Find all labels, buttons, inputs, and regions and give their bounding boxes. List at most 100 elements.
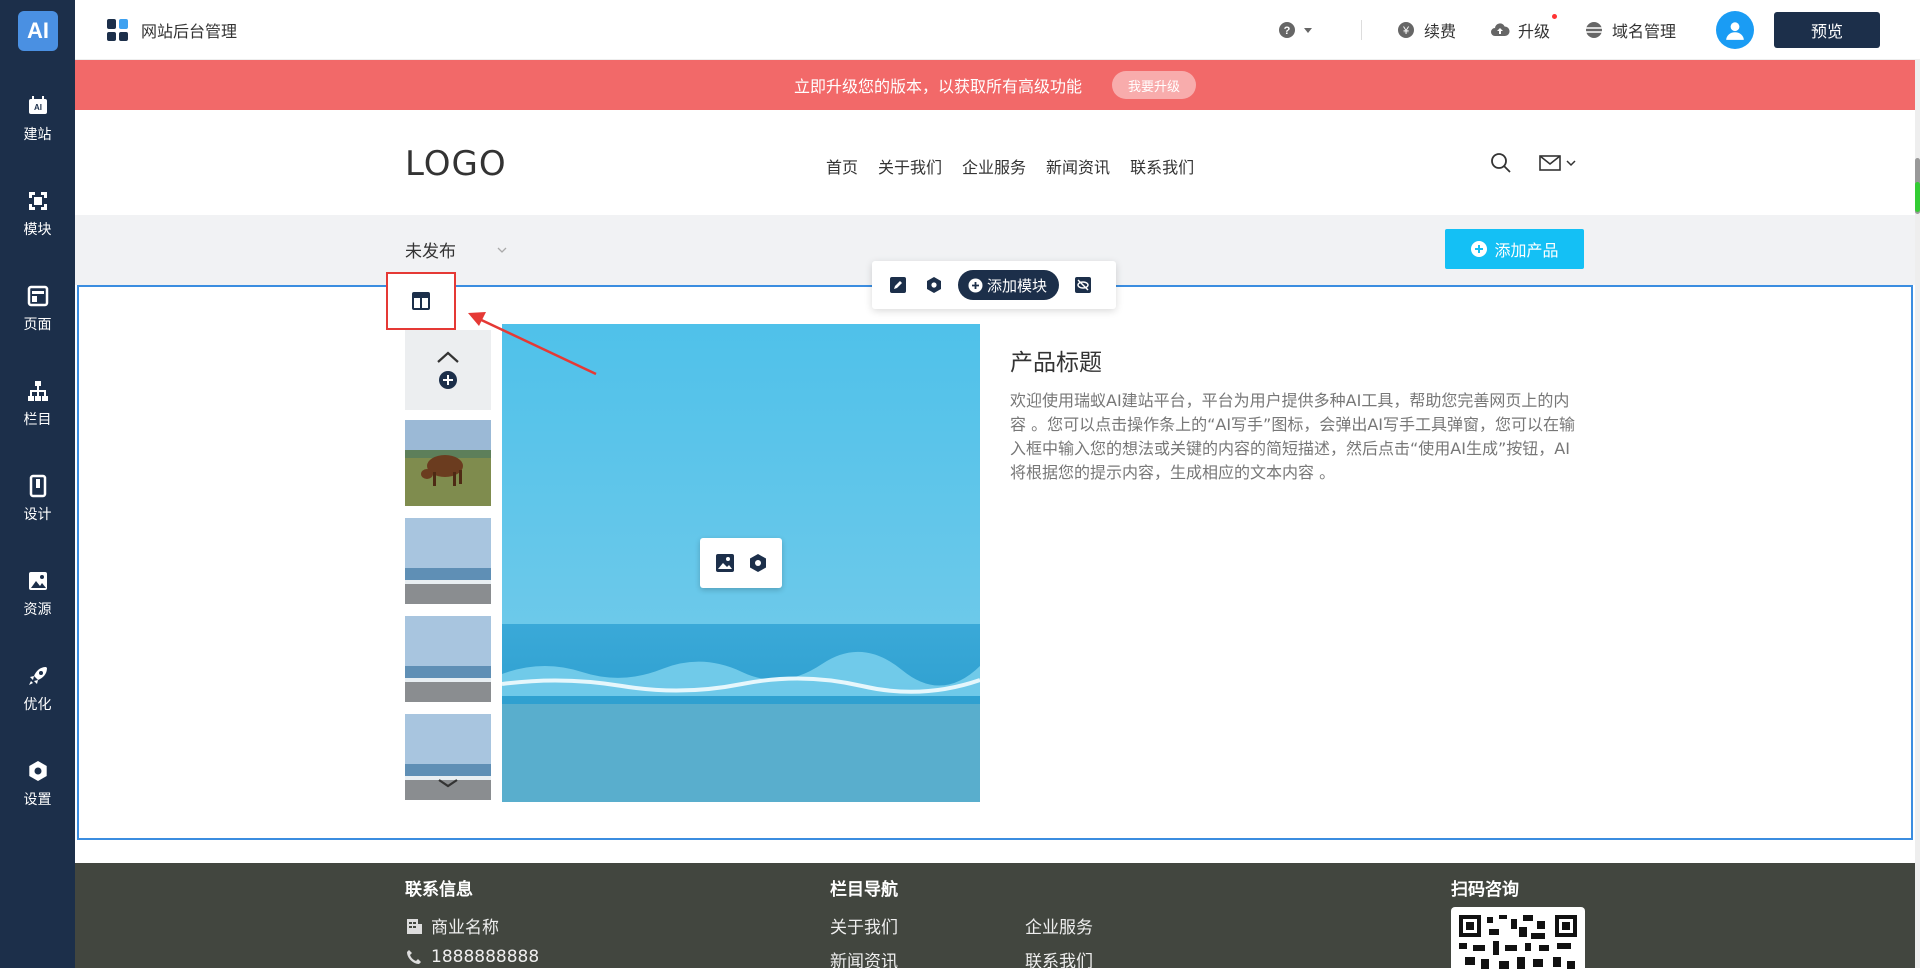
upgrade-button[interactable]: 升级 (1490, 14, 1557, 42)
thumbnail-strip (405, 330, 491, 810)
sidebar-item-label: 建站 (23, 127, 52, 143)
sidebar-item-page[interactable]: 页面 (0, 274, 75, 344)
sea-photo (405, 616, 491, 702)
phone-icon (407, 950, 421, 964)
sidebar-item-module[interactable]: 模块 (0, 179, 75, 249)
layout-button[interactable] (401, 281, 441, 321)
footer-link-contact[interactable]: 联系我们 (1025, 947, 1093, 972)
yen-icon: ¥ (1397, 22, 1414, 38)
domain-label: 域名管理 (1611, 22, 1676, 41)
notification-dot (1551, 14, 1557, 19)
sidebar-item-resource[interactable]: 资源 (0, 559, 75, 629)
page-icon (27, 285, 48, 307)
add-product-label: 添加产品 (1494, 241, 1559, 260)
search-icon[interactable] (1490, 152, 1512, 174)
status-value: 未发布 (405, 242, 456, 262)
sidebar-item-design[interactable]: 设计 (0, 464, 75, 534)
mail-icon[interactable] (1538, 152, 1562, 174)
add-image-icon[interactable] (438, 370, 458, 390)
cloud-upload-icon (1490, 23, 1510, 36)
apps-grid-icon (107, 19, 129, 41)
footer-company: 商业名称 (405, 913, 499, 938)
scroll-indicator (1915, 182, 1920, 212)
top-actions: ? ¥ 续费 升级 域名管理 预览 (1243, 11, 1880, 49)
sidebar-item-column[interactable]: 栏目 (0, 369, 75, 439)
module-settings-button[interactable] (916, 267, 952, 303)
sitemap-icon (27, 381, 48, 401)
qr-code (1451, 907, 1585, 977)
brand: 网站后台管理 (107, 18, 237, 42)
footer-qr-title: 扫码咨询 (1451, 880, 1519, 900)
svg-text:?: ? (1284, 25, 1291, 37)
sidebar-item-label: 栏目 (23, 412, 52, 428)
footer-phone: 1888888888 (405, 947, 539, 967)
banner-upgrade-button[interactable]: 我要升级 (1112, 71, 1197, 99)
plus-circle-icon (1471, 241, 1488, 257)
image-toolbar (700, 538, 782, 588)
gear-icon (927, 277, 941, 293)
plus-circle-icon (968, 278, 983, 292)
nav-news[interactable]: 新闻资讯 (1046, 154, 1110, 178)
rocket-icon (28, 667, 47, 685)
site-footer: 联系信息 商业名称 1888888888 栏目导航 关于我们 企业服务 新闻资讯… (75, 863, 1915, 977)
top-bar: 网站后台管理 ? ¥ 续费 升级 域名管理 预览 (75, 0, 1920, 60)
gear-icon[interactable] (748, 553, 768, 573)
footer-link-services[interactable]: 企业服务 (1025, 913, 1093, 938)
upgrade-label: 升级 (1517, 22, 1550, 41)
sidebar-item-optimize[interactable]: 优化 (0, 654, 75, 724)
divider (1360, 20, 1362, 40)
footer-link-news[interactable]: 新闻资讯 (830, 947, 898, 972)
footer-phone-number[interactable]: 1888888888 (431, 947, 539, 967)
status-select[interactable]: 未发布 (405, 237, 508, 262)
add-product-button[interactable]: 添加产品 (1445, 229, 1584, 269)
layout-button-highlight (386, 272, 456, 330)
product-description[interactable]: 欢迎使用瑞蚁AI建站平台，平台为用户提供多种AI工具，帮助您完善网页上的内容 。… (1010, 389, 1580, 485)
product-module[interactable] (77, 285, 1913, 840)
sidebar-item-label: 设置 (23, 792, 52, 808)
product-title[interactable]: 产品标题 (1010, 343, 1102, 377)
module-toolbar: 添加模块 (872, 261, 1116, 309)
nav-contact[interactable]: 联系我们 (1130, 154, 1194, 178)
eye-off-icon (1075, 277, 1092, 293)
thumbnail-sea-3[interactable] (405, 714, 491, 800)
nav-about[interactable]: 关于我们 (878, 154, 942, 178)
footer-nav-title: 栏目导航 (830, 880, 898, 900)
site-tools (1490, 152, 1577, 174)
site-logo[interactable]: LOGO (405, 144, 507, 184)
nav-home[interactable]: 首页 (826, 154, 858, 178)
sidebar-item-label: 模块 (23, 222, 52, 238)
edit-button[interactable] (880, 267, 916, 303)
sidebar-item-settings[interactable]: 设置 (0, 749, 75, 819)
renew-label: 续费 (1423, 22, 1456, 41)
footer-contact-title: 联系信息 (405, 880, 473, 900)
sidebar-item-label: 资源 (23, 602, 52, 618)
thumbnail-sea-1[interactable] (405, 518, 491, 604)
sidebar-item-build[interactable]: AI 建站 (0, 84, 75, 154)
sea-photo (405, 518, 491, 604)
renew-button[interactable]: ¥ 续费 (1396, 18, 1456, 42)
footer-company-name: 商业名称 (431, 918, 499, 938)
help-dropdown[interactable]: ? (1277, 20, 1321, 40)
footer-link-about[interactable]: 关于我们 (830, 913, 898, 938)
chevron-up-icon[interactable] (436, 350, 460, 364)
chevron-down-icon[interactable] (1565, 157, 1577, 169)
nav-services[interactable]: 企业服务 (962, 154, 1026, 178)
app-logo[interactable]: AI (18, 11, 58, 51)
add-module-button[interactable]: 添加模块 (958, 270, 1060, 300)
add-module-label: 添加模块 (987, 276, 1048, 295)
hide-module-button[interactable] (1065, 267, 1101, 303)
image-icon[interactable] (715, 553, 735, 573)
ai-site-icon: AI (28, 96, 47, 114)
layout-icon (412, 292, 430, 310)
edit-icon (890, 277, 906, 293)
domain-button[interactable]: 域名管理 (1584, 18, 1676, 42)
thumbnail-cow[interactable] (405, 420, 491, 506)
building-icon (407, 918, 422, 934)
user-icon (1726, 22, 1744, 40)
preview-button[interactable]: 预览 (1774, 12, 1880, 48)
thumbnail-controls (405, 330, 491, 410)
thumbnail-sea-2[interactable] (405, 616, 491, 702)
sea-photo (405, 714, 491, 800)
help-icon: ? (1278, 22, 1295, 38)
avatar[interactable] (1716, 11, 1754, 49)
